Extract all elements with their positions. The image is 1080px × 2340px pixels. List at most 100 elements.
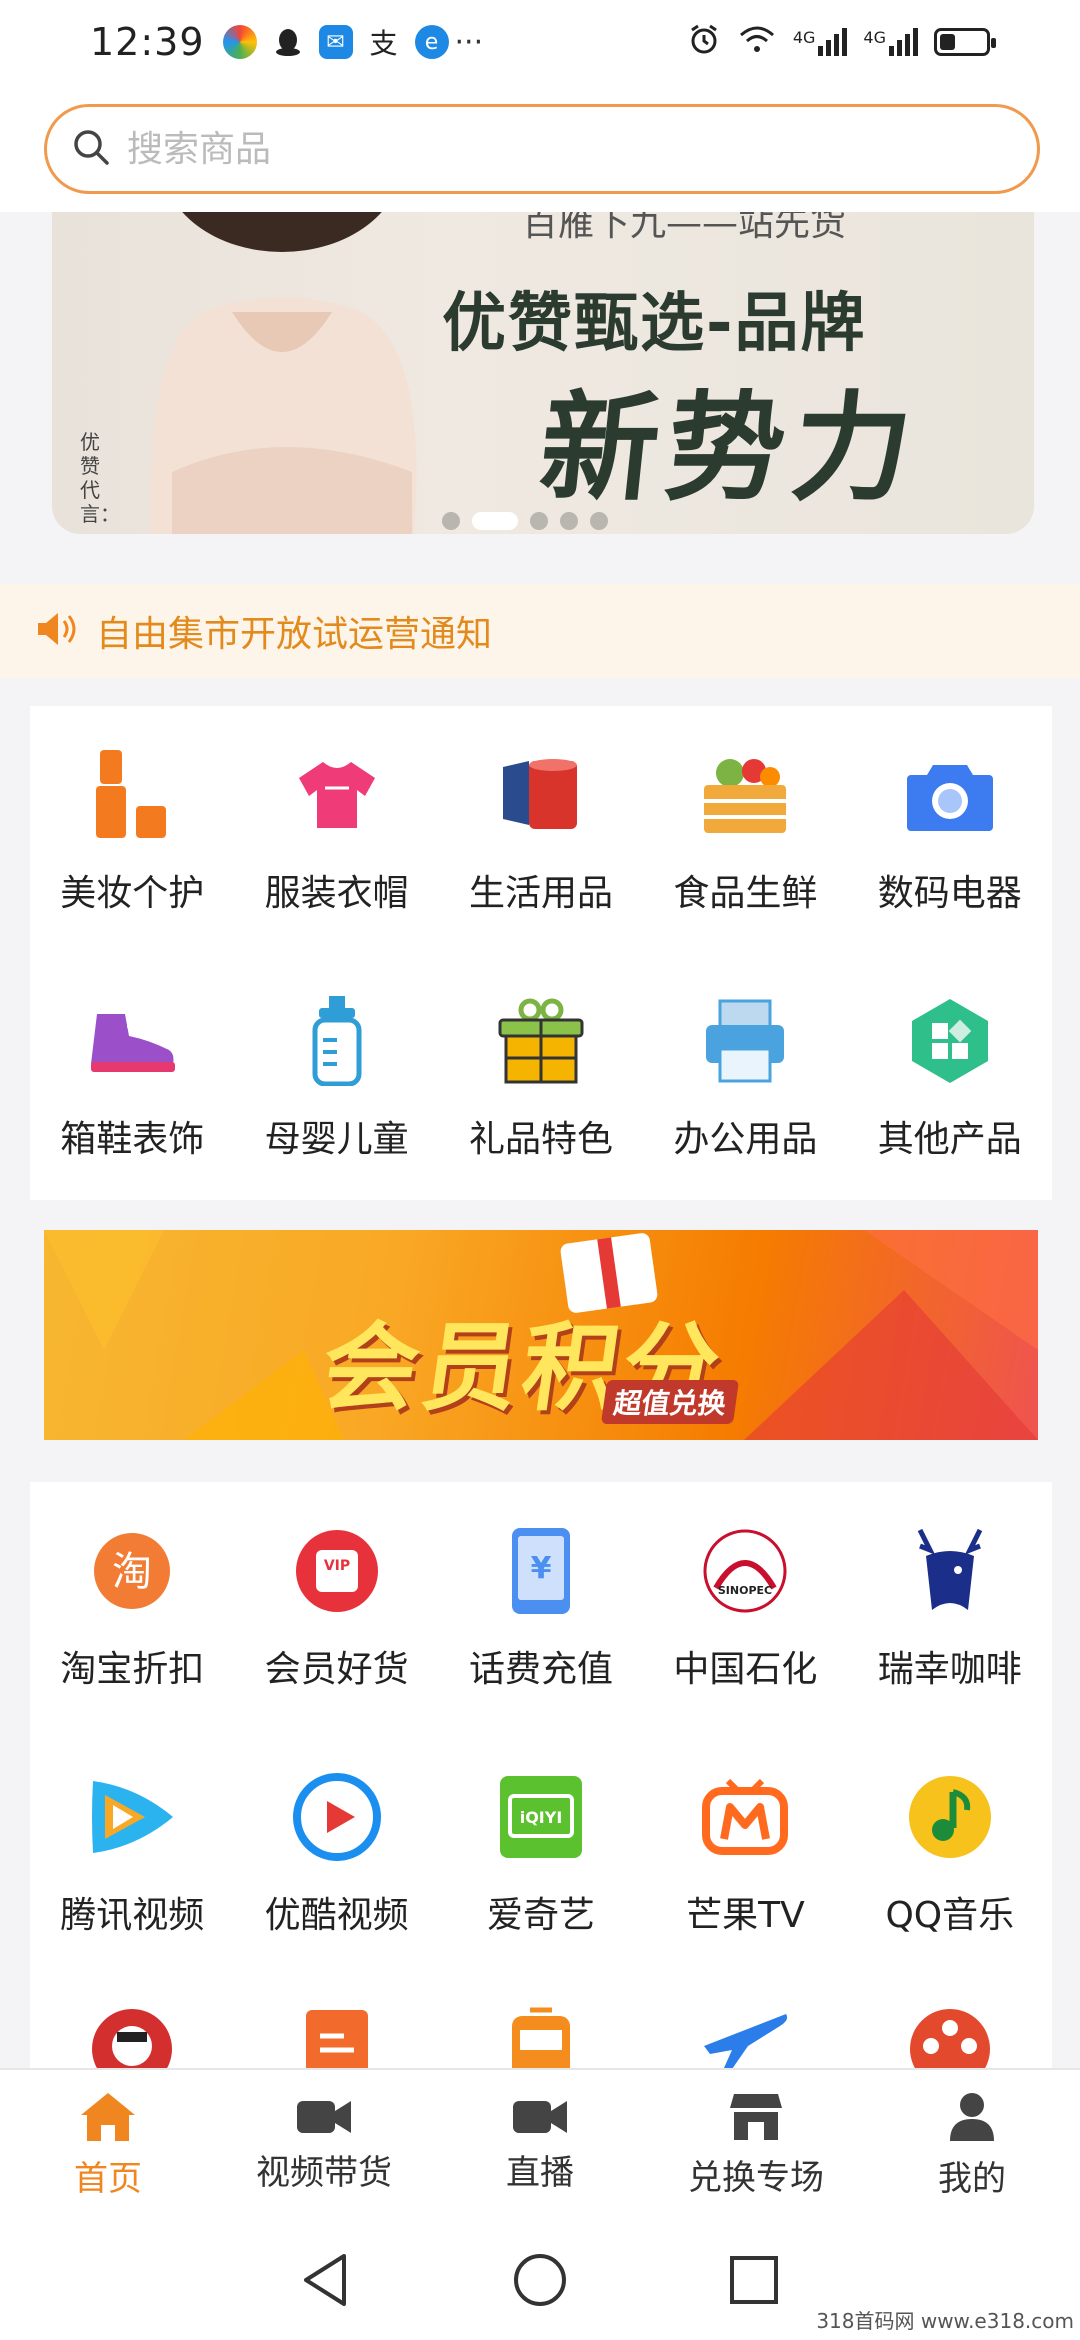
speaker-icon bbox=[34, 609, 78, 653]
mango-tv-icon bbox=[700, 1772, 790, 1862]
store-icon bbox=[730, 2093, 782, 2140]
recharge-glyph: ¥ bbox=[531, 1551, 552, 1586]
service-item-tencent-video[interactable]: 腾讯视频 bbox=[30, 1728, 234, 1974]
category-item-digital[interactable]: 数码电器 bbox=[848, 706, 1052, 952]
notice-bar[interactable]: 自由集市开放试运营通知 bbox=[0, 584, 1080, 678]
alipay-icon: 支 bbox=[369, 27, 398, 60]
bottom-navigation: 首页 视频带货 直播 兑换专场 我的 bbox=[0, 2068, 1080, 2220]
recent-apps-icon[interactable] bbox=[728, 2254, 780, 2306]
kfc-icon bbox=[92, 2009, 173, 2070]
category-item-beauty[interactable]: 美妆个护 bbox=[30, 706, 234, 952]
category-item-office[interactable]: 办公用品 bbox=[643, 952, 847, 1198]
bus-icon bbox=[511, 2007, 570, 2070]
lipstick-icon bbox=[87, 750, 177, 840]
message-app-icon: ✉ bbox=[318, 25, 353, 59]
service-item-mango-tv[interactable]: 芒果TV bbox=[643, 1728, 847, 1974]
service-item-sinopec[interactable]: SINOPEC 中国石化 bbox=[643, 1482, 847, 1728]
category-card: 美妆个护 服装衣帽 生活用品 食品生鲜 数码电器 箱鞋表饰 母婴儿童 礼品特色 … bbox=[30, 706, 1052, 1200]
sinopec-glyph: SINOPEC bbox=[718, 1584, 772, 1597]
category-item-gift[interactable]: 礼品特色 bbox=[439, 952, 643, 1198]
promo-subtitle: 超值兑换 bbox=[600, 1380, 740, 1424]
nav-item-exchange[interactable]: 兑换专场 bbox=[648, 2070, 864, 2220]
category-item-shoes[interactable]: 箱鞋表饰 bbox=[30, 952, 234, 1198]
service-item-qq-music[interactable]: QQ音乐 bbox=[848, 1728, 1052, 1974]
category-label: 美妆个护 bbox=[60, 873, 205, 914]
nav-item-live[interactable]: 直播 bbox=[432, 2070, 648, 2220]
category-item-clothing[interactable]: 服装衣帽 bbox=[234, 706, 438, 952]
app-screen: 12:39 ✉ 支 e ··· 4G 4G 搜索商品 百雁下九——站先货 优赞代… bbox=[0, 0, 1080, 2340]
member-points-banner[interactable]: 会员积分 超值兑换 bbox=[44, 1230, 1038, 1440]
nav-label: 我的 bbox=[938, 2158, 1006, 2199]
service-label: 瑞幸咖啡 bbox=[877, 1649, 1022, 1690]
search-bar-area bbox=[0, 84, 1080, 212]
services-card: 淘 淘宝折扣 VIP 会员好货 ¥ 话费充值 SINOPEC 中国石化 瑞幸咖啡… bbox=[30, 1482, 1052, 1990]
search-icon bbox=[71, 127, 111, 171]
status-bar: 12:39 ✉ 支 e ··· 4G 4G bbox=[0, 0, 1080, 84]
services-grid: 淘 淘宝折扣 VIP 会员好货 ¥ 话费充值 SINOPEC 中国石化 瑞幸咖啡… bbox=[30, 1482, 1052, 1974]
status-time: 12:39 bbox=[90, 20, 205, 64]
nav-label: 首页 bbox=[74, 2158, 142, 2199]
category-item-baby[interactable]: 母婴儿童 bbox=[234, 952, 438, 1198]
printer-icon bbox=[700, 996, 790, 1086]
category-label: 服装衣帽 bbox=[264, 873, 409, 914]
service-label: 中国石化 bbox=[673, 1649, 818, 1690]
sinopec-icon: SINOPEC bbox=[700, 1526, 790, 1616]
network-type-1: 4G bbox=[792, 28, 816, 47]
carousel-dot[interactable] bbox=[442, 512, 460, 530]
service-item-document[interactable] bbox=[234, 1990, 438, 2070]
search-box[interactable] bbox=[44, 104, 1040, 194]
signal-2-icon: 4G bbox=[863, 28, 918, 56]
vip-bag-icon: VIP bbox=[292, 1526, 382, 1616]
service-label: 会员好货 bbox=[264, 1649, 409, 1690]
category-item-daily[interactable]: 生活用品 bbox=[439, 706, 643, 952]
service-item-bus[interactable] bbox=[439, 1990, 643, 2070]
carousel-dot[interactable] bbox=[590, 512, 608, 530]
service-label: 话费充值 bbox=[468, 1649, 613, 1690]
service-item-luckin[interactable]: 瑞幸咖啡 bbox=[848, 1482, 1052, 1728]
category-label: 礼品特色 bbox=[468, 1119, 613, 1160]
back-icon[interactable] bbox=[300, 2252, 352, 2308]
home-circle-icon[interactable] bbox=[512, 2252, 568, 2308]
carousel-dot[interactable] bbox=[560, 512, 578, 530]
battery-level bbox=[940, 34, 955, 50]
nav-item-profile[interactable]: 我的 bbox=[864, 2070, 1080, 2220]
category-item-other[interactable]: 其他产品 bbox=[848, 952, 1052, 1198]
film-reel-icon bbox=[909, 2009, 990, 2070]
service-item-flight[interactable] bbox=[643, 1990, 847, 2070]
banner-side-text: 优赞代言： bbox=[80, 430, 120, 526]
status-notification-icons: ✉ 支 e bbox=[222, 25, 449, 60]
service-item-iqiyi[interactable]: iQIYI 爱奇艺 bbox=[439, 1728, 643, 1974]
hero-banner[interactable]: 百雁下九——站先货 优赞代言： 优赞甄选-品牌 新势力 bbox=[52, 212, 1034, 534]
camera-icon bbox=[905, 750, 995, 840]
category-item-food[interactable]: 食品生鲜 bbox=[643, 706, 847, 952]
carousel-dot[interactable] bbox=[530, 512, 548, 530]
carousel-dot-active[interactable] bbox=[472, 512, 518, 530]
service-label: 淘宝折扣 bbox=[60, 1649, 205, 1690]
service-item-movie[interactable] bbox=[848, 1990, 1052, 2070]
service-item-recharge[interactable]: ¥ 话费充值 bbox=[439, 1482, 643, 1728]
nav-item-home[interactable]: 首页 bbox=[0, 2070, 216, 2220]
vegetable-crate-icon bbox=[700, 750, 790, 840]
document-icon bbox=[305, 2010, 368, 2070]
banner-model-image bbox=[150, 212, 417, 534]
live-camera-icon bbox=[513, 2100, 567, 2133]
carousel-dots bbox=[442, 512, 608, 530]
search-input[interactable] bbox=[127, 128, 947, 170]
nav-item-video-sales[interactable]: 视频带货 bbox=[216, 2070, 432, 2220]
service-item-taobao[interactable]: 淘 淘宝折扣 bbox=[30, 1482, 234, 1728]
airplane-icon bbox=[704, 2014, 788, 2070]
category-label: 数码电器 bbox=[877, 873, 1022, 914]
service-item-youku[interactable]: 优酷视频 bbox=[234, 1728, 438, 1974]
tissue-roll-icon bbox=[496, 750, 586, 840]
banner-top-text: 百雁下九——站先货 bbox=[522, 212, 847, 244]
service-item-vip[interactable]: VIP 会员好货 bbox=[234, 1482, 438, 1728]
service-item-kfc[interactable] bbox=[30, 1990, 234, 2070]
service-label: QQ音乐 bbox=[885, 1895, 1015, 1936]
service-label: 腾讯视频 bbox=[60, 1895, 205, 1936]
banner-title: 优赞甄选-品牌 bbox=[442, 287, 867, 361]
taobao-icon: 淘 bbox=[87, 1526, 177, 1616]
gift-icon bbox=[496, 996, 586, 1086]
category-label: 食品生鲜 bbox=[673, 873, 818, 914]
grid-hexagon-icon bbox=[905, 996, 995, 1086]
category-label: 生活用品 bbox=[468, 873, 613, 914]
